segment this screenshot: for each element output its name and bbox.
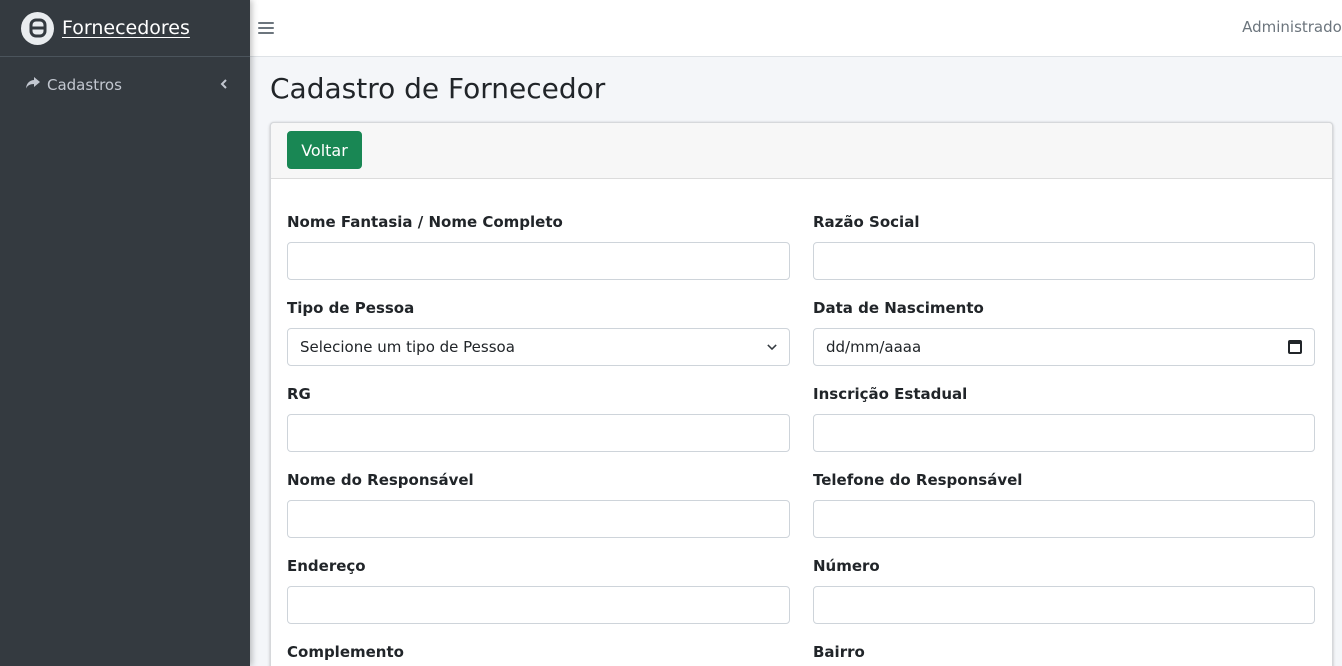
brand[interactable]: Fornecedores [0, 0, 250, 57]
user-menu[interactable]: Administrador [1242, 18, 1342, 36]
sidebar-item-label: Cadastros [47, 76, 122, 94]
nome-responsavel-label: Nome do Responsável [287, 471, 474, 489]
data-nascimento-label: Data de Nascimento [813, 299, 984, 317]
chevron-left-icon [220, 78, 228, 93]
nome-fantasia-input[interactable] [287, 242, 790, 280]
brand-logo-icon [21, 11, 54, 45]
telefone-responsavel-input[interactable] [813, 500, 1315, 538]
rg-label: RG [287, 385, 311, 403]
rg-input[interactable] [287, 414, 790, 452]
telefone-responsavel-label: Telefone do Responsável [813, 471, 1023, 489]
tipo-pessoa-select[interactable]: Selecione um tipo de Pessoa [287, 328, 790, 366]
calendar-icon[interactable] [1288, 340, 1302, 354]
card-header: Voltar [271, 123, 1332, 179]
tipo-pessoa-label: Tipo de Pessoa [287, 299, 415, 317]
bairro-label: Bairro [813, 643, 865, 661]
data-nascimento-input[interactable]: dd/mm/aaaa [813, 328, 1315, 366]
nome-fantasia-label: Nome Fantasia / Nome Completo [287, 213, 563, 231]
numero-input[interactable] [813, 586, 1315, 624]
brand-name[interactable]: Fornecedores [62, 17, 190, 39]
back-button[interactable]: Voltar [287, 131, 362, 169]
top-navbar: Administrador [250, 0, 1342, 57]
razao-social-input[interactable] [813, 242, 1315, 280]
sidebar: Fornecedores Cadastros [0, 0, 250, 666]
share-arrow-icon [25, 76, 41, 94]
data-nascimento-placeholder: dd/mm/aaaa [826, 338, 922, 356]
chevron-down-icon [767, 338, 777, 356]
inscricao-estadual-input[interactable] [813, 414, 1315, 452]
sidebar-item-cadastros[interactable]: Cadastros [0, 73, 250, 97]
razao-social-label: Razão Social [813, 213, 920, 231]
endereco-label: Endereço [287, 557, 366, 575]
numero-label: Número [813, 557, 880, 575]
nome-responsavel-input[interactable] [287, 500, 790, 538]
endereco-input[interactable] [287, 586, 790, 624]
sidebar-nav: Cadastros [0, 57, 250, 97]
tipo-pessoa-selected: Selecione um tipo de Pessoa [300, 338, 515, 356]
complemento-label: Complemento [287, 643, 404, 661]
form-card: Voltar Nome Fantasia / Nome Completo Raz… [270, 122, 1333, 666]
page-title: Cadastro de Fornecedor [270, 72, 606, 105]
inscricao-estadual-label: Inscrição Estadual [813, 385, 968, 403]
menu-toggle-icon[interactable] [258, 21, 274, 35]
